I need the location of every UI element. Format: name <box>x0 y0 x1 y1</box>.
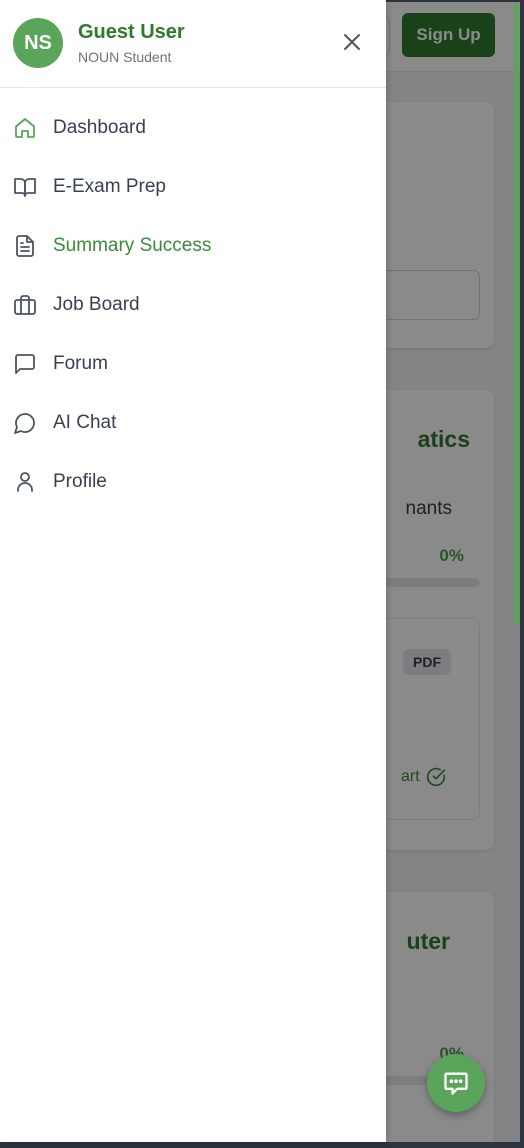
briefcase-icon <box>13 293 37 317</box>
user-role: NOUN Student <box>78 49 172 65</box>
sidebar-item-label: Dashboard <box>53 116 146 138</box>
close-icon <box>344 34 360 50</box>
user-icon <box>13 470 37 494</box>
sidebar-item-label: Job Board <box>53 293 140 315</box>
sidebar-item-profile[interactable]: Profile <box>0 452 386 511</box>
message-square-icon <box>13 352 37 376</box>
sidebar-item-e-exam-prep[interactable]: E-Exam Prep <box>0 157 386 216</box>
sidebar-item-forum[interactable]: Forum <box>0 334 386 393</box>
document-text-icon <box>13 234 37 258</box>
sidebar-item-summary-success[interactable]: Summary Success <box>0 216 386 275</box>
close-button[interactable] <box>336 26 368 58</box>
side-drawer: NS Guest User NOUN Student Dashboard E-E… <box>0 0 386 1142</box>
sidebar-item-label: Forum <box>53 352 108 374</box>
sidebar-item-label: Summary Success <box>53 234 212 256</box>
drawer-header: NS Guest User NOUN Student <box>0 0 386 88</box>
user-name: Guest User <box>78 21 185 43</box>
book-open-icon <box>13 175 37 199</box>
sidebar-item-job-board[interactable]: Job Board <box>0 275 386 334</box>
chat-bubble-icon <box>444 1072 468 1095</box>
chat-fab-button[interactable] <box>427 1054 485 1112</box>
sidebar-item-dashboard[interactable]: Dashboard <box>0 98 386 157</box>
avatar: NS <box>13 18 63 68</box>
message-circle-icon <box>13 411 37 435</box>
sidebar-item-ai-chat[interactable]: AI Chat <box>0 393 386 452</box>
sidebar-item-label: E-Exam Prep <box>53 175 166 197</box>
sidebar-item-label: AI Chat <box>53 411 117 433</box>
sidebar-nav: Dashboard E-Exam Prep Summary Success Jo… <box>0 98 386 511</box>
scrollbar-thumb[interactable] <box>514 4 519 624</box>
sidebar-item-label: Profile <box>53 470 107 492</box>
home-icon <box>13 116 37 140</box>
